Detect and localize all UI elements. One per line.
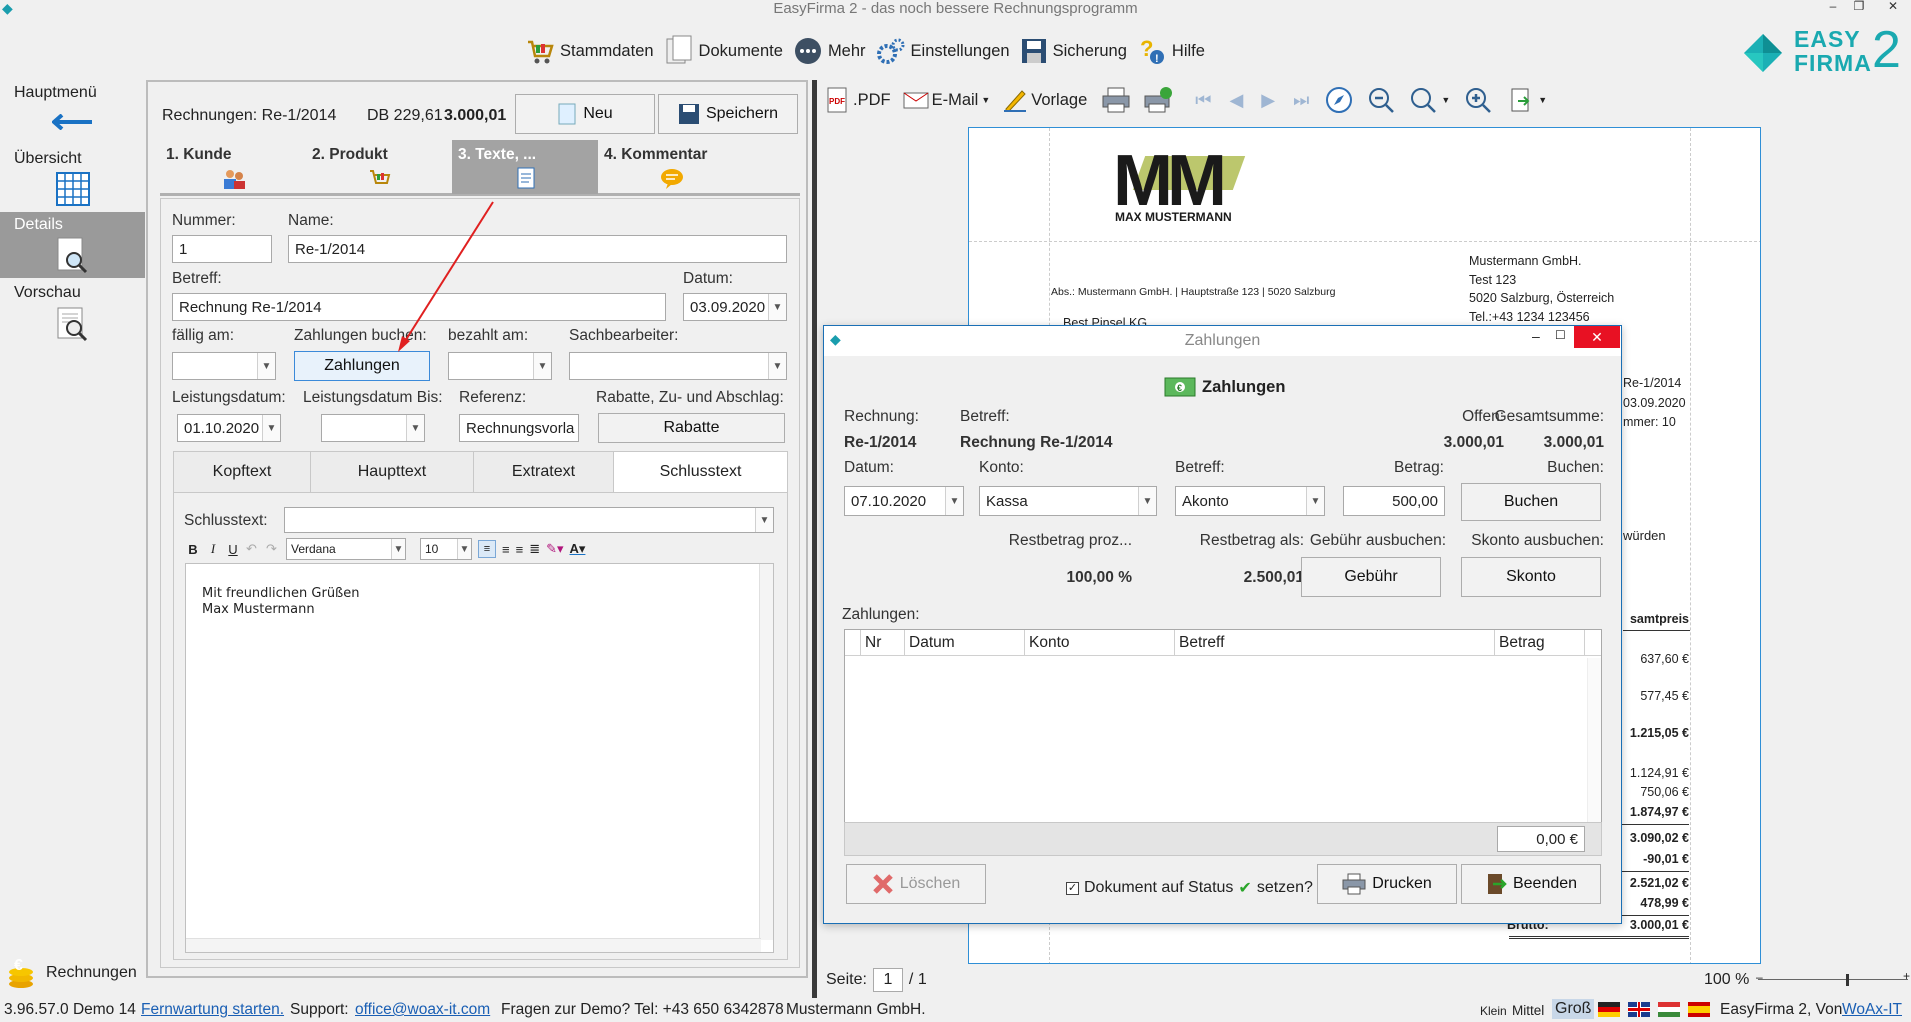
status-checkbox[interactable]: ✓ — [1066, 881, 1079, 895]
gebuehr-label: Gebühr ausbuchen: — [1309, 532, 1446, 549]
exit-door-icon — [1487, 874, 1507, 894]
betrag-field[interactable]: 500,00 — [1343, 486, 1445, 516]
zahlungen-table: Nr Datum Konto Betreff Betrag — [844, 629, 1602, 823]
betrag-label: Betrag: — [1394, 459, 1444, 476]
skonto-button[interactable]: Skonto — [1461, 557, 1601, 597]
zahlungen-dialog: ◆ Zahlungen – ☐ ✕ € Zahlungen Rechnung: … — [823, 325, 1622, 924]
betreff2-select[interactable]: Akonto ▼ — [1175, 486, 1325, 516]
col-betrag[interactable]: Betrag — [1495, 630, 1585, 655]
close-icon: ✕ — [1591, 329, 1603, 345]
support-email-link[interactable]: office@woax-it.com — [355, 1001, 490, 1019]
dialog-heading: € Zahlungen — [1164, 376, 1285, 398]
col-betreff[interactable]: Betreff — [1175, 630, 1495, 655]
skonto-label: Skonto ausbuchen: — [1471, 532, 1604, 549]
buchen-label: Buchen: — [1547, 459, 1604, 476]
datum-field[interactable]: 07.10.2020 ▼ — [844, 486, 964, 516]
betreff-label: Betreff: — [960, 408, 1010, 425]
rechnung-label: Rechnung: — [844, 408, 919, 425]
support-label: Support: — [290, 1001, 349, 1018]
status-bar: 3.96.57.0 Demo 14 Fernwartung starten. S… — [0, 998, 1911, 1022]
table-scrollbar[interactable] — [1587, 658, 1601, 822]
gebuehr-button[interactable]: Gebühr — [1301, 557, 1441, 597]
version: 3.96.57.0 Demo 14 — [4, 1001, 136, 1018]
rechnung-value: Re-1/2014 — [844, 434, 917, 451]
company-name: Mustermann GmbH. — [786, 1001, 926, 1018]
chevron-down-icon[interactable]: ▼ — [945, 487, 963, 515]
dialog-titlebar: ◆ Zahlungen – ☐ ✕ — [824, 326, 1621, 356]
table-header: Nr Datum Konto Betreff Betrag — [845, 630, 1601, 656]
zahlungen-list-label: Zahlungen: — [842, 606, 920, 623]
total-field: 0,00 € — [1497, 826, 1585, 852]
betreff2-label: Betreff: — [1175, 459, 1225, 476]
size-gross[interactable]: Groß — [1552, 999, 1595, 1019]
datum-label: Datum: — [844, 459, 894, 476]
status-option: ✓ Dokument auf Status ✔ setzen? — [1066, 879, 1313, 897]
dialog-close-button[interactable]: ✕ — [1574, 326, 1620, 348]
buchen-button[interactable]: Buchen — [1461, 483, 1601, 521]
beenden-button[interactable]: Beenden — [1461, 864, 1601, 904]
size-klein[interactable]: Klein — [1480, 1004, 1507, 1018]
demo-info: Fragen zur Demo? Tel: +43 650 6342878 — [501, 1001, 784, 1018]
table-footer: 0,00 € — [844, 822, 1602, 856]
chevron-down-icon[interactable]: ▼ — [1138, 487, 1156, 515]
brand-credit: EasyFirma 2, Von — [1720, 1001, 1843, 1018]
chevron-down-icon[interactable]: ▼ — [1306, 487, 1324, 515]
checkmark-icon: ✔ — [1238, 880, 1252, 897]
restbetrag-proz-label: Restbetrag proz... — [1008, 532, 1132, 549]
konto-select[interactable]: Kassa ▼ — [979, 486, 1157, 516]
restbetrag-proz-value: 100,00 % — [1066, 569, 1133, 586]
gesamtsumme-value: 3.000,01 — [1543, 434, 1604, 451]
fernwartung-link[interactable]: Fernwartung starten. — [141, 1001, 284, 1019]
flag-de-icon[interactable] — [1598, 1002, 1620, 1017]
col-nr[interactable]: Nr — [861, 630, 905, 655]
restbetrag-als-value: 2.500,01 — [1243, 569, 1304, 586]
flag-es-icon[interactable] — [1688, 1002, 1710, 1017]
col-konto[interactable]: Konto — [1025, 630, 1175, 655]
flag-hu-icon[interactable] — [1658, 1002, 1680, 1017]
delete-x-icon — [872, 874, 893, 894]
printer-icon — [1342, 873, 1366, 895]
gesamtsumme-label: Gesamtsumme: — [1494, 408, 1604, 425]
maximize-icon[interactable]: ☐ — [1555, 328, 1566, 342]
dialog-title: Zahlungen — [1184, 332, 1261, 349]
betreff-value: Rechnung Re-1/2014 — [960, 434, 1113, 451]
minimize-icon[interactable]: – — [1532, 328, 1540, 344]
col-datum[interactable]: Datum — [905, 630, 1025, 655]
flag-uk-icon[interactable] — [1628, 1002, 1650, 1017]
money-icon: € — [1164, 377, 1196, 397]
woax-link[interactable]: WoAx-IT — [1842, 1001, 1902, 1019]
svg-text:€: € — [1177, 383, 1182, 393]
konto-label: Konto: — [979, 459, 1024, 476]
restbetrag-als-label: Restbetrag als: — [1199, 532, 1304, 549]
loeschen-button[interactable]: Löschen — [846, 864, 986, 904]
drucken-button[interactable]: Drucken — [1317, 864, 1457, 904]
size-mittel[interactable]: Mittel — [1512, 1003, 1544, 1018]
